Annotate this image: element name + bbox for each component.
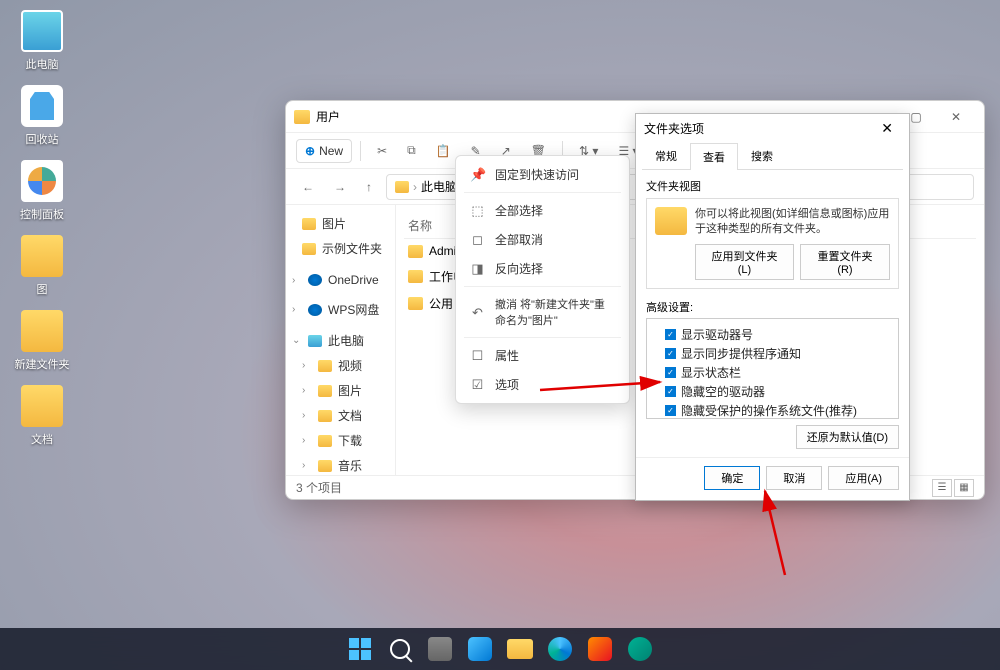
tab-view[interactable]: 查看 xyxy=(690,143,738,170)
folder-view-label: 文件夹视图 xyxy=(646,178,899,194)
tree-item[interactable]: ✓显示同步提供程序通知 xyxy=(651,344,894,363)
paste-button[interactable]: 📋 xyxy=(428,140,459,162)
context-menu: 📌固定到快速访问 ⬚全部选择 ◻全部取消 ◨反向选择 ↶撤消 将"新建文件夹"重… xyxy=(455,155,630,404)
ctx-pin[interactable]: 📌固定到快速访问 xyxy=(456,160,629,189)
view-details-button[interactable]: ☰ xyxy=(932,479,952,497)
sidebar-item-thispc[interactable]: ⌄此电脑 xyxy=(286,328,395,353)
back-button[interactable]: ← xyxy=(296,176,320,198)
ctx-undo[interactable]: ↶撤消 将"新建文件夹"重命名为"图片" xyxy=(456,290,629,334)
selectall-icon: ⬚ xyxy=(470,203,485,218)
desktop-icon-thispc[interactable]: 此电脑 xyxy=(12,10,72,72)
folder-icon xyxy=(395,181,409,193)
tab-general[interactable]: 常规 xyxy=(642,142,690,169)
view-icons-button[interactable]: ▦ xyxy=(954,479,974,497)
forward-button[interactable]: → xyxy=(328,176,352,198)
sidebar: 图片 示例文件夹 ›OneDrive ›WPS网盘 ⌄此电脑 ›视频 ›图片 ›… xyxy=(286,205,396,475)
sidebar-item-onedrive[interactable]: ›OneDrive xyxy=(286,269,395,291)
ok-button[interactable]: 确定 xyxy=(704,466,760,490)
sidebar-item-pictures[interactable]: 图片 xyxy=(286,211,395,236)
ctx-options[interactable]: ☑选项 xyxy=(456,370,629,399)
desktop-icon-folder-docs[interactable]: 文档 xyxy=(12,385,72,447)
advanced-settings-tree[interactable]: ✓显示驱动器号 ✓显示同步提供程序通知 ✓显示状态栏 ✓隐藏空的驱动器 ✓隐藏受… xyxy=(646,318,899,419)
ctx-selectall[interactable]: ⬚全部选择 xyxy=(456,196,629,225)
status-text: 3 个项目 xyxy=(296,479,342,496)
tree-item[interactable]: ✓显示状态栏 xyxy=(651,363,894,382)
desktop-icon-folder-tu[interactable]: 图 xyxy=(12,235,72,297)
ctx-properties[interactable]: ☐属性 xyxy=(456,341,629,370)
cancel-button[interactable]: 取消 xyxy=(766,466,822,490)
reset-folders-button[interactable]: 重置文件夹(R) xyxy=(800,244,890,280)
sidebar-item-wps[interactable]: ›WPS网盘 xyxy=(286,297,395,322)
taskview-button[interactable] xyxy=(422,631,458,667)
app-taskbar-icon[interactable] xyxy=(622,631,658,667)
dialog-title: 文件夹选项 xyxy=(644,120,704,137)
pin-icon: 📌 xyxy=(470,167,485,182)
sidebar-item-music[interactable]: ›音乐 xyxy=(286,453,395,475)
advanced-label: 高级设置: xyxy=(646,299,899,315)
app-taskbar-icon[interactable] xyxy=(582,631,618,667)
invert-icon: ◨ xyxy=(470,261,485,276)
copy-button[interactable]: ⧉ xyxy=(399,139,424,162)
new-button[interactable]: ⊕New xyxy=(296,139,352,163)
ctx-invert[interactable]: ◨反向选择 xyxy=(456,254,629,283)
widgets-button[interactable] xyxy=(462,631,498,667)
desktop-icon-controlpanel[interactable]: 控制面板 xyxy=(12,160,72,222)
up-button[interactable]: ↑ xyxy=(360,176,378,198)
tree-item[interactable]: ✓隐藏空的驱动器 xyxy=(651,382,894,401)
dialog-close-button[interactable]: ✕ xyxy=(873,118,901,139)
sidebar-item-docs[interactable]: ›文档 xyxy=(286,403,395,428)
ctx-selectnone[interactable]: ◻全部取消 xyxy=(456,225,629,254)
apply-button[interactable]: 应用(A) xyxy=(828,466,899,490)
selectnone-icon: ◻ xyxy=(470,232,485,247)
sidebar-item-video[interactable]: ›视频 xyxy=(286,353,395,378)
folder-icon xyxy=(655,207,687,235)
apply-to-folders-button[interactable]: 应用到文件夹(L) xyxy=(695,244,794,280)
taskbar xyxy=(0,628,1000,670)
search-button[interactable] xyxy=(382,631,418,667)
restore-defaults-button[interactable]: 还原为默认值(D) xyxy=(796,425,899,449)
edge-taskbar-icon[interactable] xyxy=(542,631,578,667)
close-button[interactable]: ✕ xyxy=(936,103,976,131)
desktop-icon-recyclebin[interactable]: 回收站 xyxy=(12,85,72,147)
start-button[interactable] xyxy=(342,631,378,667)
sidebar-item-sample[interactable]: 示例文件夹 xyxy=(286,236,395,261)
cut-button[interactable]: ✂ xyxy=(369,140,395,162)
folder-options-dialog: 文件夹选项 ✕ 常规 查看 搜索 文件夹视图 你可以将此视图(如详细信息或图标)… xyxy=(635,113,910,501)
sidebar-item-dl[interactable]: ›下载 xyxy=(286,428,395,453)
folder-view-desc: 你可以将此视图(如详细信息或图标)应用于这种类型的所有文件夹。 xyxy=(695,207,890,238)
tree-item[interactable]: ✓显示驱动器号 xyxy=(651,325,894,344)
desktop-icon-folder-new[interactable]: 新建文件夹 xyxy=(12,310,72,372)
properties-icon: ☐ xyxy=(470,348,485,363)
sidebar-item-pics[interactable]: ›图片 xyxy=(286,378,395,403)
window-title: 用户 xyxy=(316,108,340,125)
explorer-taskbar-icon[interactable] xyxy=(502,631,538,667)
options-icon: ☑ xyxy=(470,377,485,392)
tree-item[interactable]: ✓隐藏受保护的操作系统文件(推荐) xyxy=(651,401,894,419)
folder-icon xyxy=(294,110,310,124)
undo-icon: ↶ xyxy=(470,305,485,320)
tab-search[interactable]: 搜索 xyxy=(738,142,786,169)
